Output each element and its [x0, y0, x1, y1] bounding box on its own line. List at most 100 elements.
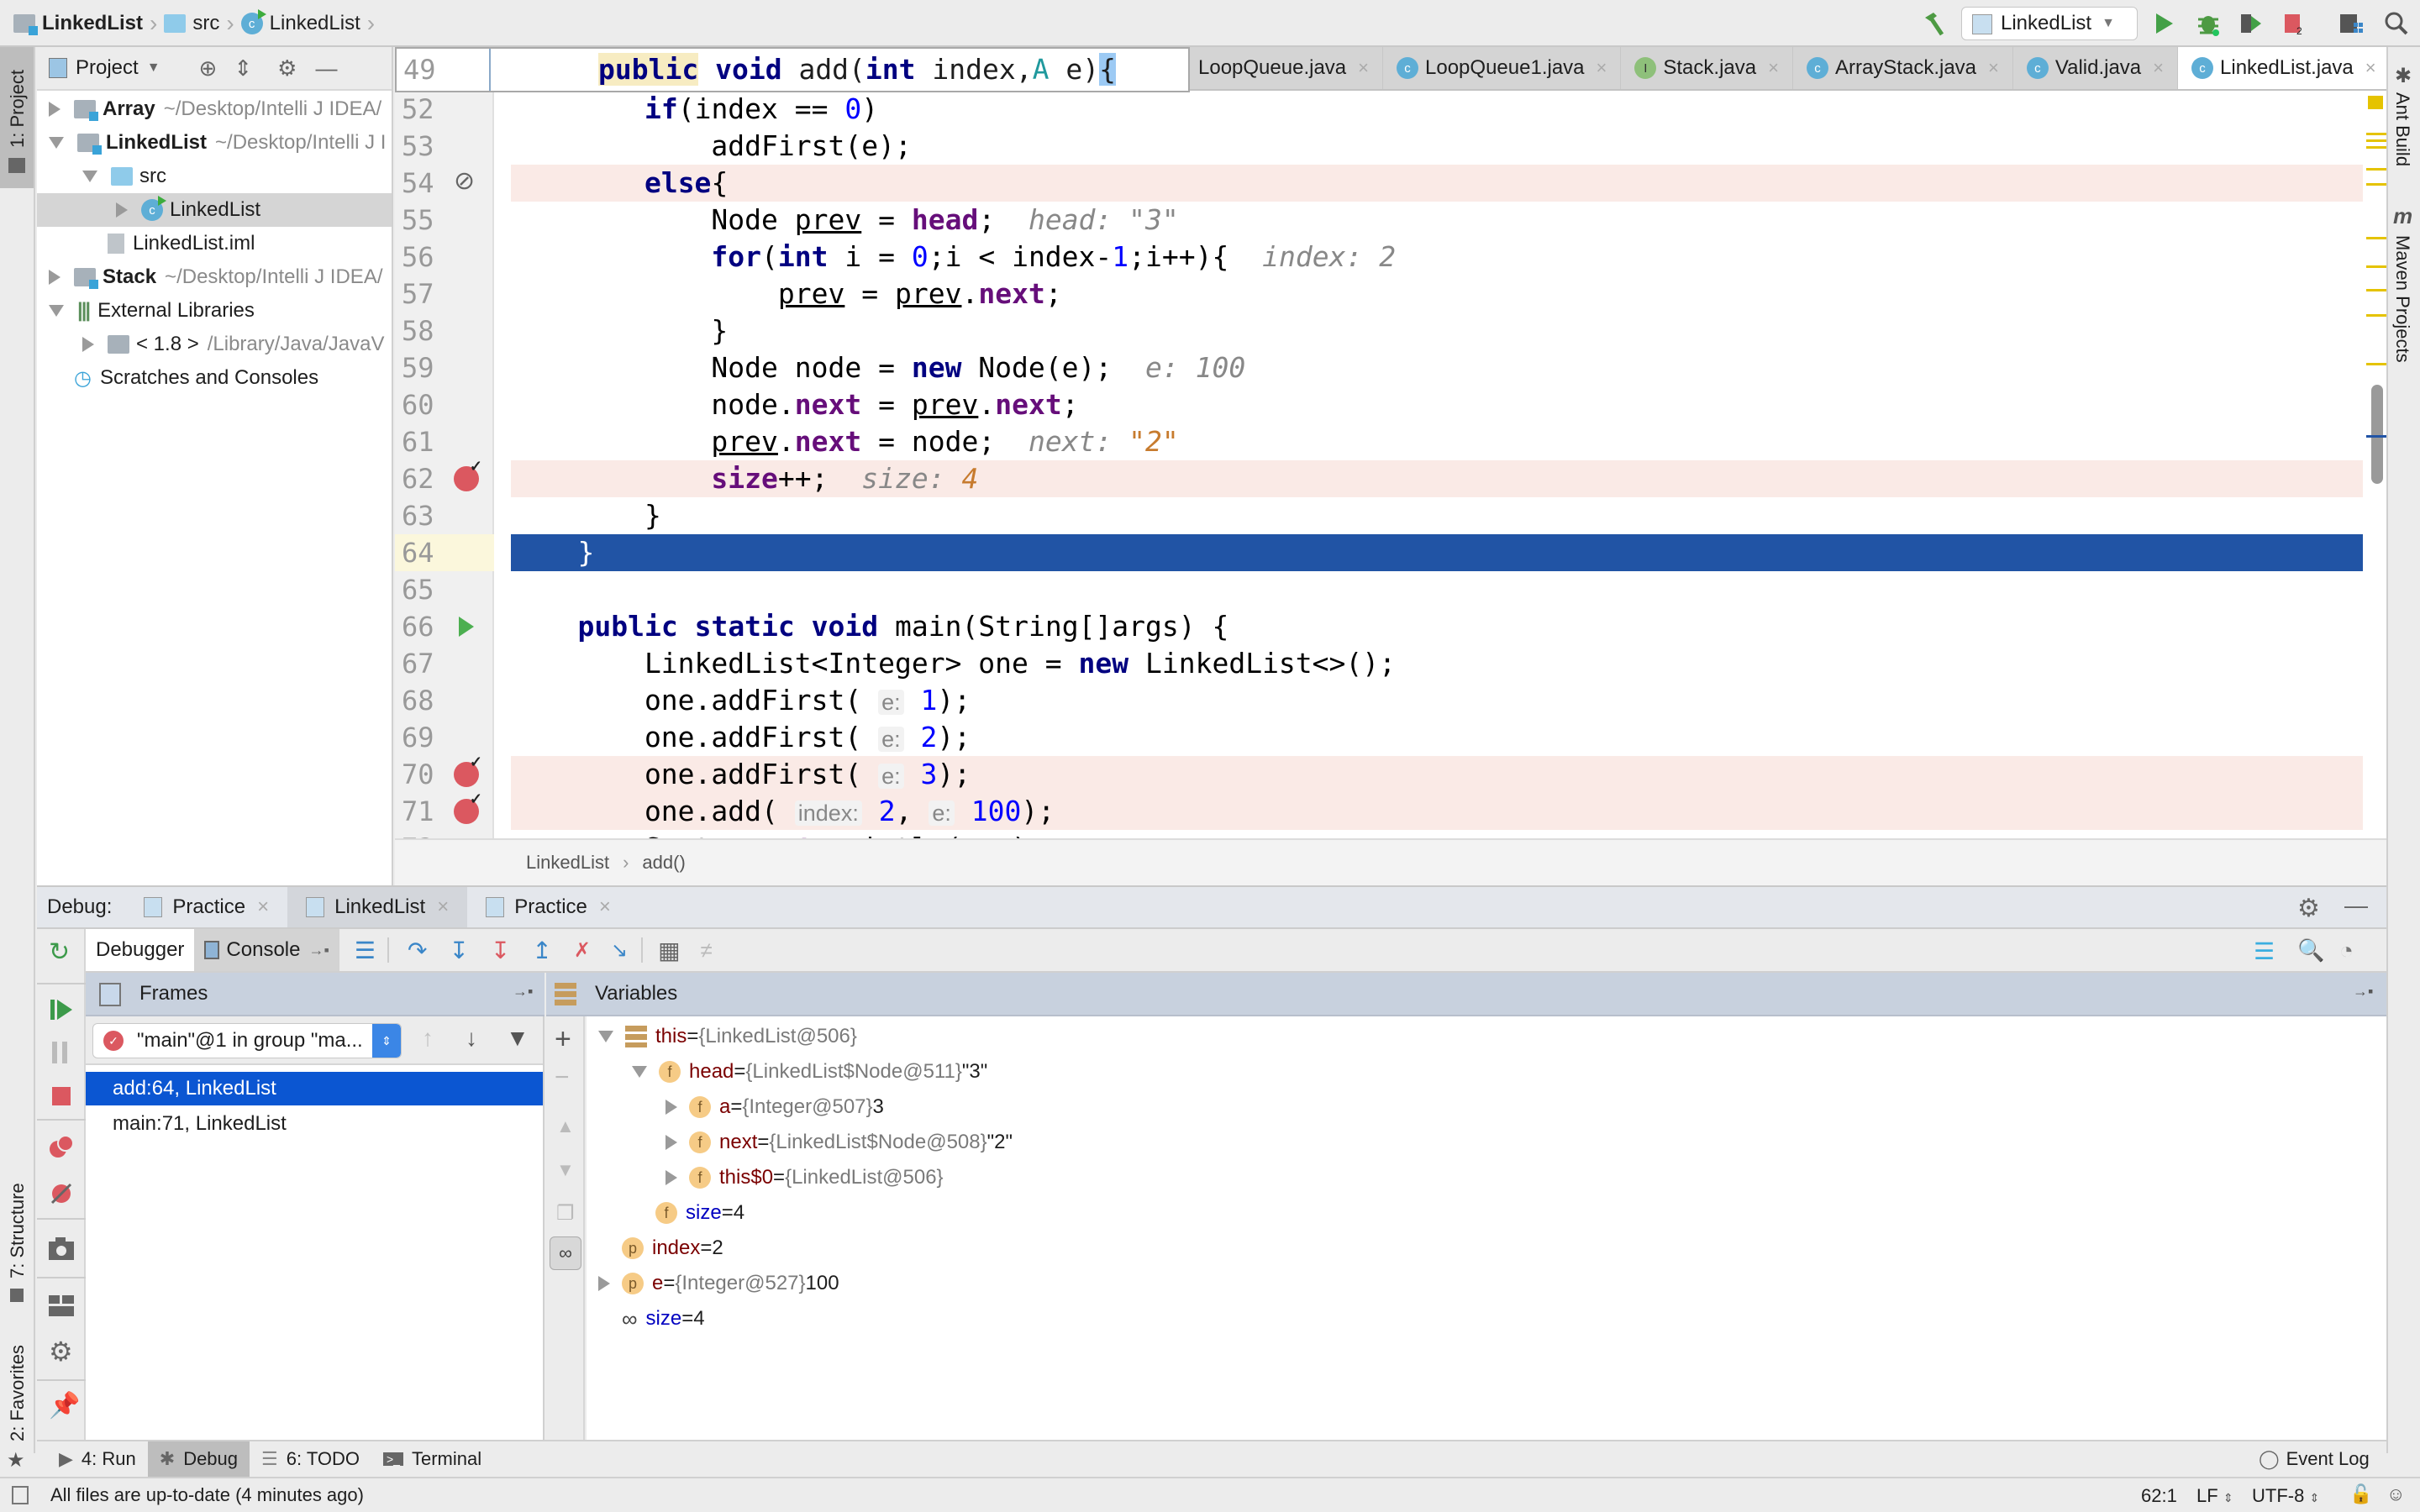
structure-tool-tab[interactable]: 7: Structure: [0, 1122, 34, 1324]
run-to-cursor-icon[interactable]: ↘: [611, 938, 628, 963]
chevron-right-icon[interactable]: [666, 1100, 677, 1115]
debugger-tab[interactable]: Debugger: [86, 929, 195, 971]
run-with-coverage-icon[interactable]: [2235, 8, 2265, 39]
event-log-button[interactable]: ◯ Event Log: [2247, 1441, 2381, 1477]
code-line[interactable]: one.addFirst( e: 2);: [511, 719, 2386, 756]
threads-icon[interactable]: ☰: [2254, 937, 2275, 965]
run-icon[interactable]: [2149, 8, 2180, 39]
duplicate-watch-icon[interactable]: ❐: [556, 1201, 575, 1226]
ant-build-tool-tab[interactable]: ✱ Ant Build: [2388, 64, 2420, 207]
project-view-select[interactable]: Project: [76, 56, 139, 80]
hammer-icon[interactable]: [1919, 8, 1949, 39]
settings-icon[interactable]: ⚙: [49, 1336, 73, 1368]
pause-icon[interactable]: [52, 1042, 71, 1063]
code-line[interactable]: one.add( index: 2, e: 100);: [511, 793, 2386, 830]
tree-item[interactable]: ◷ Scratches and Consoles: [37, 361, 392, 395]
collapse-all-icon[interactable]: ⇕: [234, 55, 252, 81]
run-tool-button[interactable]: ▶ 4: Run: [47, 1441, 148, 1477]
sticky-method-header[interactable]: 49 public void add(int index,A e){: [395, 47, 1190, 92]
terminal-tool-button[interactable]: >_ Terminal: [371, 1441, 493, 1477]
frame-item[interactable]: add:64, LinkedList: [86, 1072, 543, 1105]
evaluate-expression-icon[interactable]: ▦: [658, 937, 680, 964]
editor-tab[interactable]: c LinkedList.java ×: [2178, 47, 2391, 89]
chevron-down-icon[interactable]: ▼: [147, 60, 160, 76]
variable-row[interactable]: ∞ size = 4: [598, 1302, 705, 1336]
pin-icon[interactable]: 📌: [49, 1391, 80, 1420]
tool-windows-toggle-icon[interactable]: [12, 1486, 29, 1504]
variable-row[interactable]: p index = 2: [598, 1231, 723, 1265]
warning-marker[interactable]: [2366, 237, 2386, 239]
gear-icon[interactable]: ⚙: [2297, 894, 2320, 923]
close-icon[interactable]: ×: [1768, 57, 1779, 79]
maven-projects-tool-tab[interactable]: m Maven Projects: [2388, 203, 2420, 422]
editor-tab[interactable]: c LoopQueue1.java ×: [1383, 47, 1622, 89]
code-line[interactable]: prev = prev.next;: [511, 276, 2386, 312]
stop-icon[interactable]: [52, 1087, 71, 1105]
tree-item[interactable]: Array ~/Desktop/Intelli J IDEA/: [37, 92, 392, 126]
code-line[interactable]: }: [511, 534, 2386, 571]
code-line[interactable]: public static void main(String[]args) {: [511, 608, 2386, 645]
editor-breadcrumb-method[interactable]: add(): [642, 852, 685, 874]
resume-icon[interactable]: [50, 998, 72, 1021]
close-icon[interactable]: ×: [2153, 57, 2164, 79]
view-breakpoints-icon[interactable]: [49, 1134, 74, 1159]
variable-row[interactable]: f this$0 = {LinkedList@506}: [666, 1161, 944, 1194]
tree-item[interactable]: c LinkedList: [37, 193, 392, 227]
overhead-icon[interactable]: ◔: [2339, 937, 2354, 964]
code-line[interactable]: prev.next = node; next: "2": [511, 423, 2386, 460]
project-structure-icon[interactable]: [2336, 8, 2366, 39]
show-execution-point-icon[interactable]: ☰: [355, 937, 376, 964]
locate-icon[interactable]: ⊕: [199, 55, 218, 81]
pin-tab-icon[interactable]: →▪: [2353, 983, 2373, 1000]
next-frame-icon[interactable]: ↓: [466, 1025, 477, 1052]
rerun-icon[interactable]: ↻: [49, 937, 70, 967]
code-line[interactable]: Node node = new Node(e); e: 100: [511, 349, 2386, 386]
tree-item[interactable]: ||| External Libraries: [37, 294, 392, 328]
variable-row[interactable]: f head = {LinkedList$Node@511} "3": [632, 1055, 987, 1089]
hide-icon[interactable]: —: [315, 55, 337, 81]
code-line[interactable]: System.out.println(one);: [511, 830, 2386, 838]
code-line[interactable]: if(index == 0): [511, 91, 2386, 128]
minimize-icon[interactable]: —: [2344, 892, 2368, 919]
code-line[interactable]: Node prev = head; head: "3": [511, 202, 2386, 239]
chevron-right-icon[interactable]: [598, 1276, 610, 1291]
step-out-icon[interactable]: ↥: [532, 937, 551, 964]
trace-current-stream-icon[interactable]: ≠: [701, 937, 713, 963]
error-stripe[interactable]: [2363, 91, 2386, 838]
editor-breadcrumb-class[interactable]: LinkedList: [526, 852, 609, 874]
warning-marker[interactable]: [2366, 265, 2386, 268]
breadcrumb-item-project[interactable]: LinkedList: [42, 12, 143, 35]
step-into-icon[interactable]: ↧: [449, 937, 468, 964]
step-over-icon[interactable]: ↷: [408, 937, 427, 964]
previous-frame-icon[interactable]: ↑: [422, 1025, 434, 1052]
chevron-right-icon[interactable]: [49, 102, 60, 117]
chevron-right-icon[interactable]: [49, 270, 60, 285]
code-line[interactable]: one.addFirst( e: 1);: [511, 682, 2386, 719]
close-icon[interactable]: ×: [437, 895, 449, 919]
debug-session-tab[interactable]: Practice ×: [125, 887, 287, 927]
tree-item[interactable]: LinkedList.iml: [37, 227, 392, 260]
editor-tab[interactable]: c ArrayStack.java ×: [1793, 47, 2013, 89]
camera-icon[interactable]: [49, 1236, 74, 1260]
editor-gutter[interactable]: 52 53 54 ⊘ 55 56 57 58 59 60 61 62 636465 66 67 68 69 70 7…: [395, 91, 494, 864]
chevron-right-icon[interactable]: [666, 1170, 677, 1185]
code-line[interactable]: size++; size: 4: [511, 460, 2386, 497]
move-down-icon[interactable]: ▼: [556, 1159, 575, 1181]
memory-view-icon[interactable]: 🔍: [2297, 937, 2324, 963]
editor-tab[interactable]: LoopQueue.java ×: [1185, 47, 1384, 89]
pin-tab-icon[interactable]: →▪: [513, 983, 533, 1000]
breakpoint-icon[interactable]: [454, 790, 482, 824]
frame-item[interactable]: main:71, LinkedList: [86, 1107, 543, 1141]
variable-row[interactable]: this = {LinkedList@506}: [598, 1020, 857, 1053]
editor-tab[interactable]: c Valid.java ×: [2013, 47, 2179, 89]
code-editor[interactable]: if(index == 0) addFirst(e); else{ Node p…: [511, 91, 2386, 838]
remove-watch-icon[interactable]: −: [555, 1063, 570, 1092]
filter-icon[interactable]: ▼: [506, 1025, 529, 1052]
add-watch-icon[interactable]: +: [555, 1023, 571, 1056]
warning-marker[interactable]: [2366, 139, 2386, 142]
code-line[interactable]: one.addFirst( e: 3);: [511, 756, 2386, 793]
restore-layout-icon[interactable]: [49, 1295, 74, 1317]
move-up-icon[interactable]: ▲: [556, 1116, 575, 1137]
code-line[interactable]: else{: [511, 165, 2386, 202]
warning-marker[interactable]: [2366, 289, 2386, 291]
